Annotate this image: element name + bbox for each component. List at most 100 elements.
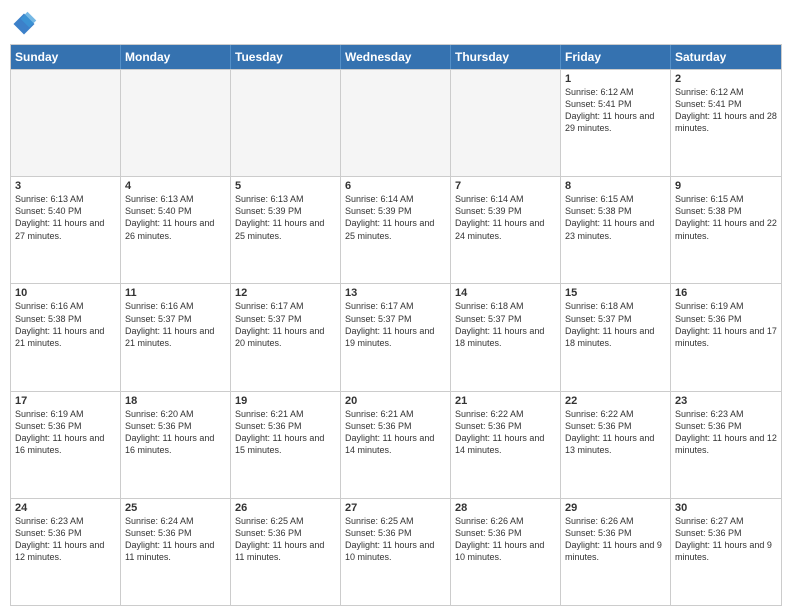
day-number: 20	[345, 395, 446, 407]
day-cell-21: 21Sunrise: 6:22 AM Sunset: 5:36 PM Dayli…	[451, 392, 561, 498]
cell-info: Sunrise: 6:15 AM Sunset: 5:38 PM Dayligh…	[675, 193, 777, 242]
calendar-container: SundayMondayTuesdayWednesdayThursdayFrid…	[0, 0, 792, 612]
cell-info: Sunrise: 6:25 AM Sunset: 5:36 PM Dayligh…	[345, 515, 446, 564]
day-cell-14: 14Sunrise: 6:18 AM Sunset: 5:37 PM Dayli…	[451, 284, 561, 390]
header-row	[10, 10, 782, 38]
day-number: 29	[565, 502, 666, 514]
day-number: 8	[565, 180, 666, 192]
cell-info: Sunrise: 6:24 AM Sunset: 5:36 PM Dayligh…	[125, 515, 226, 564]
cell-info: Sunrise: 6:15 AM Sunset: 5:38 PM Dayligh…	[565, 193, 666, 242]
day-number: 16	[675, 287, 777, 299]
day-cell-12: 12Sunrise: 6:17 AM Sunset: 5:37 PM Dayli…	[231, 284, 341, 390]
header-cell-monday: Monday	[121, 45, 231, 69]
day-number: 12	[235, 287, 336, 299]
day-cell-18: 18Sunrise: 6:20 AM Sunset: 5:36 PM Dayli…	[121, 392, 231, 498]
empty-cell	[341, 70, 451, 176]
cell-info: Sunrise: 6:20 AM Sunset: 5:36 PM Dayligh…	[125, 408, 226, 457]
cell-info: Sunrise: 6:13 AM Sunset: 5:39 PM Dayligh…	[235, 193, 336, 242]
day-number: 1	[565, 73, 666, 85]
day-number: 30	[675, 502, 777, 514]
empty-cell	[121, 70, 231, 176]
day-cell-10: 10Sunrise: 6:16 AM Sunset: 5:38 PM Dayli…	[11, 284, 121, 390]
cell-info: Sunrise: 6:14 AM Sunset: 5:39 PM Dayligh…	[455, 193, 556, 242]
day-number: 26	[235, 502, 336, 514]
day-number: 14	[455, 287, 556, 299]
day-cell-11: 11Sunrise: 6:16 AM Sunset: 5:37 PM Dayli…	[121, 284, 231, 390]
day-number: 18	[125, 395, 226, 407]
day-number: 22	[565, 395, 666, 407]
header-cell-tuesday: Tuesday	[231, 45, 341, 69]
day-cell-9: 9Sunrise: 6:15 AM Sunset: 5:38 PM Daylig…	[671, 177, 781, 283]
cell-info: Sunrise: 6:22 AM Sunset: 5:36 PM Dayligh…	[565, 408, 666, 457]
header-cell-friday: Friday	[561, 45, 671, 69]
cell-info: Sunrise: 6:14 AM Sunset: 5:39 PM Dayligh…	[345, 193, 446, 242]
cell-info: Sunrise: 6:18 AM Sunset: 5:37 PM Dayligh…	[455, 300, 556, 349]
cell-info: Sunrise: 6:21 AM Sunset: 5:36 PM Dayligh…	[345, 408, 446, 457]
cell-info: Sunrise: 6:12 AM Sunset: 5:41 PM Dayligh…	[675, 86, 777, 135]
cell-info: Sunrise: 6:27 AM Sunset: 5:36 PM Dayligh…	[675, 515, 777, 564]
day-number: 6	[345, 180, 446, 192]
cell-info: Sunrise: 6:23 AM Sunset: 5:36 PM Dayligh…	[675, 408, 777, 457]
header-cell-thursday: Thursday	[451, 45, 561, 69]
cell-info: Sunrise: 6:21 AM Sunset: 5:36 PM Dayligh…	[235, 408, 336, 457]
day-number: 27	[345, 502, 446, 514]
calendar-row-3: 17Sunrise: 6:19 AM Sunset: 5:36 PM Dayli…	[11, 391, 781, 498]
day-cell-24: 24Sunrise: 6:23 AM Sunset: 5:36 PM Dayli…	[11, 499, 121, 605]
day-number: 28	[455, 502, 556, 514]
empty-cell	[11, 70, 121, 176]
day-number: 21	[455, 395, 556, 407]
calendar: SundayMondayTuesdayWednesdayThursdayFrid…	[10, 44, 782, 606]
day-cell-4: 4Sunrise: 6:13 AM Sunset: 5:40 PM Daylig…	[121, 177, 231, 283]
day-number: 9	[675, 180, 777, 192]
day-number: 4	[125, 180, 226, 192]
empty-cell	[231, 70, 341, 176]
calendar-row-1: 3Sunrise: 6:13 AM Sunset: 5:40 PM Daylig…	[11, 176, 781, 283]
day-cell-15: 15Sunrise: 6:18 AM Sunset: 5:37 PM Dayli…	[561, 284, 671, 390]
day-number: 10	[15, 287, 116, 299]
day-cell-3: 3Sunrise: 6:13 AM Sunset: 5:40 PM Daylig…	[11, 177, 121, 283]
day-cell-25: 25Sunrise: 6:24 AM Sunset: 5:36 PM Dayli…	[121, 499, 231, 605]
day-cell-7: 7Sunrise: 6:14 AM Sunset: 5:39 PM Daylig…	[451, 177, 561, 283]
day-cell-5: 5Sunrise: 6:13 AM Sunset: 5:39 PM Daylig…	[231, 177, 341, 283]
day-cell-8: 8Sunrise: 6:15 AM Sunset: 5:38 PM Daylig…	[561, 177, 671, 283]
cell-info: Sunrise: 6:18 AM Sunset: 5:37 PM Dayligh…	[565, 300, 666, 349]
day-cell-16: 16Sunrise: 6:19 AM Sunset: 5:36 PM Dayli…	[671, 284, 781, 390]
day-cell-23: 23Sunrise: 6:23 AM Sunset: 5:36 PM Dayli…	[671, 392, 781, 498]
day-cell-30: 30Sunrise: 6:27 AM Sunset: 5:36 PM Dayli…	[671, 499, 781, 605]
day-cell-28: 28Sunrise: 6:26 AM Sunset: 5:36 PM Dayli…	[451, 499, 561, 605]
calendar-row-4: 24Sunrise: 6:23 AM Sunset: 5:36 PM Dayli…	[11, 498, 781, 605]
day-cell-19: 19Sunrise: 6:21 AM Sunset: 5:36 PM Dayli…	[231, 392, 341, 498]
logo	[10, 10, 42, 38]
cell-info: Sunrise: 6:19 AM Sunset: 5:36 PM Dayligh…	[675, 300, 777, 349]
cell-info: Sunrise: 6:13 AM Sunset: 5:40 PM Dayligh…	[125, 193, 226, 242]
cell-info: Sunrise: 6:17 AM Sunset: 5:37 PM Dayligh…	[345, 300, 446, 349]
day-number: 13	[345, 287, 446, 299]
day-cell-20: 20Sunrise: 6:21 AM Sunset: 5:36 PM Dayli…	[341, 392, 451, 498]
day-cell-17: 17Sunrise: 6:19 AM Sunset: 5:36 PM Dayli…	[11, 392, 121, 498]
cell-info: Sunrise: 6:26 AM Sunset: 5:36 PM Dayligh…	[565, 515, 666, 564]
cell-info: Sunrise: 6:25 AM Sunset: 5:36 PM Dayligh…	[235, 515, 336, 564]
day-number: 5	[235, 180, 336, 192]
cell-info: Sunrise: 6:23 AM Sunset: 5:36 PM Dayligh…	[15, 515, 116, 564]
day-number: 17	[15, 395, 116, 407]
cell-info: Sunrise: 6:17 AM Sunset: 5:37 PM Dayligh…	[235, 300, 336, 349]
day-cell-1: 1Sunrise: 6:12 AM Sunset: 5:41 PM Daylig…	[561, 70, 671, 176]
day-cell-6: 6Sunrise: 6:14 AM Sunset: 5:39 PM Daylig…	[341, 177, 451, 283]
calendar-body: 1Sunrise: 6:12 AM Sunset: 5:41 PM Daylig…	[11, 69, 781, 605]
day-cell-22: 22Sunrise: 6:22 AM Sunset: 5:36 PM Dayli…	[561, 392, 671, 498]
cell-info: Sunrise: 6:12 AM Sunset: 5:41 PM Dayligh…	[565, 86, 666, 135]
day-cell-2: 2Sunrise: 6:12 AM Sunset: 5:41 PM Daylig…	[671, 70, 781, 176]
cell-info: Sunrise: 6:16 AM Sunset: 5:38 PM Dayligh…	[15, 300, 116, 349]
cell-info: Sunrise: 6:19 AM Sunset: 5:36 PM Dayligh…	[15, 408, 116, 457]
day-number: 24	[15, 502, 116, 514]
header-cell-wednesday: Wednesday	[341, 45, 451, 69]
cell-info: Sunrise: 6:22 AM Sunset: 5:36 PM Dayligh…	[455, 408, 556, 457]
day-number: 7	[455, 180, 556, 192]
header-cell-sunday: Sunday	[11, 45, 121, 69]
cell-info: Sunrise: 6:13 AM Sunset: 5:40 PM Dayligh…	[15, 193, 116, 242]
calendar-header: SundayMondayTuesdayWednesdayThursdayFrid…	[11, 45, 781, 69]
day-number: 2	[675, 73, 777, 85]
calendar-row-2: 10Sunrise: 6:16 AM Sunset: 5:38 PM Dayli…	[11, 283, 781, 390]
day-number: 11	[125, 287, 226, 299]
day-cell-26: 26Sunrise: 6:25 AM Sunset: 5:36 PM Dayli…	[231, 499, 341, 605]
